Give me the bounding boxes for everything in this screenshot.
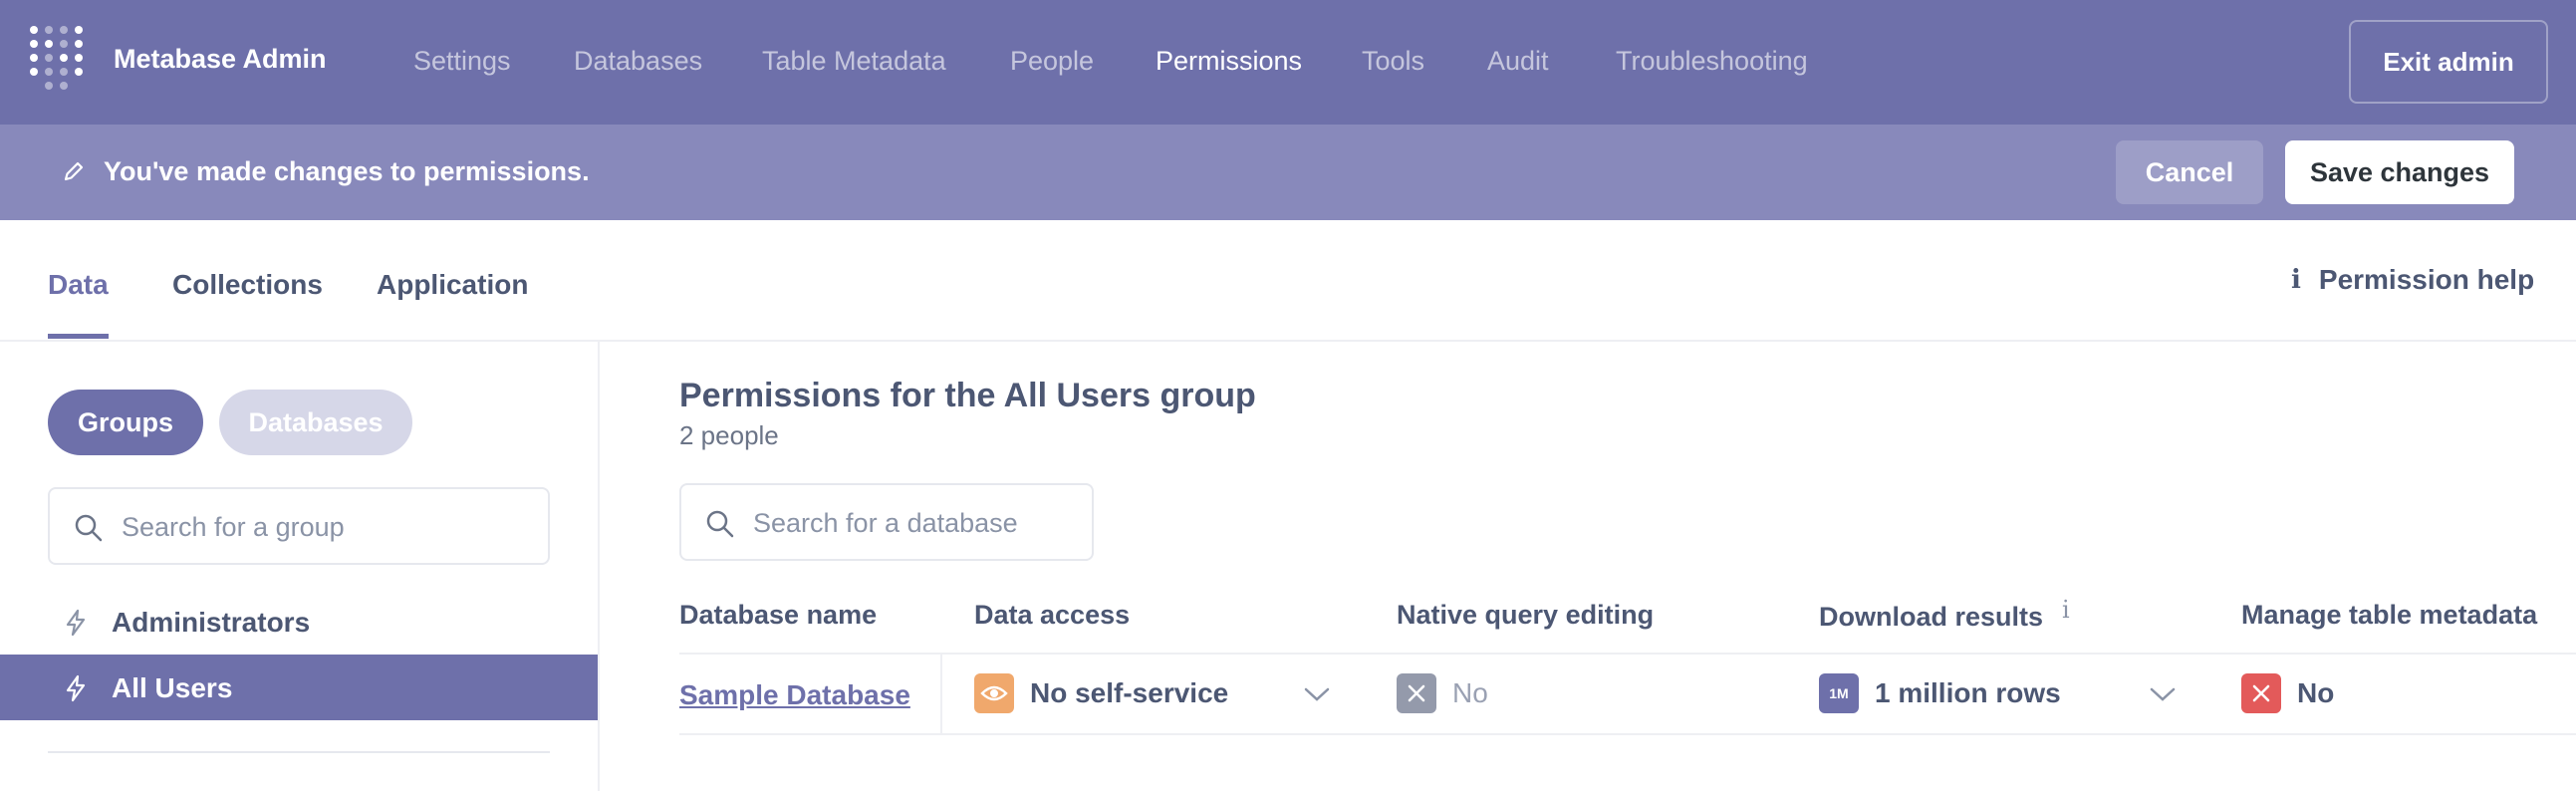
close-icon <box>1397 673 1436 713</box>
column-separator <box>940 655 942 734</box>
metabase-logo-icon[interactable] <box>30 26 84 90</box>
info-icon: i <box>2291 265 2301 295</box>
nav-link-troubleshooting[interactable]: Troubleshooting <box>1616 46 1808 77</box>
nav-link-people[interactable]: People <box>1010 46 1094 77</box>
group-item-all-users[interactable]: All Users <box>0 655 598 720</box>
eye-icon <box>974 673 1014 713</box>
column-header-native-query: Native query editing <box>1397 600 1655 630</box>
download-results-select[interactable]: 1M 1 million rows <box>1819 673 2061 713</box>
unsaved-changes-message: You've made changes to permissions. <box>104 156 590 186</box>
column-header-database-name: Database name <box>679 600 878 630</box>
data-access-value: No self-service <box>1030 677 1229 708</box>
native-query-select: No <box>1397 673 1488 713</box>
table-row-divider <box>679 733 2576 735</box>
nav-link-databases[interactable]: Databases <box>574 46 702 77</box>
table-header-divider <box>679 653 2576 655</box>
search-icon <box>706 510 734 538</box>
database-search-box <box>679 483 1094 561</box>
column-header-data-access: Data access <box>974 600 1131 630</box>
permission-help-label: Permission help <box>2318 264 2535 295</box>
group-item-label: Administrators <box>112 607 311 638</box>
lightning-bolt-icon <box>66 674 86 702</box>
tab-application[interactable]: Application <box>377 269 528 301</box>
cancel-button[interactable]: Cancel <box>2116 140 2263 204</box>
lightning-bolt-icon <box>66 609 86 637</box>
nav-link-tools[interactable]: Tools <box>1362 46 1424 77</box>
search-icon <box>75 514 103 542</box>
groups-toggle-button[interactable]: Groups <box>48 390 203 455</box>
nav-link-table-metadata[interactable]: Table Metadata <box>762 46 946 77</box>
sidebar-border <box>598 342 600 791</box>
nav-link-audit[interactable]: Audit <box>1487 46 1549 77</box>
tab-collections[interactable]: Collections <box>172 269 323 301</box>
data-access-select[interactable]: No self-service <box>974 673 1228 713</box>
group-member-count: 2 people <box>679 420 779 450</box>
database-search-input[interactable] <box>753 501 1082 545</box>
column-header-manage-metadata: Manage table metadata <box>2241 600 2538 630</box>
tab-data[interactable]: Data <box>48 269 109 301</box>
admin-navbar: Metabase Admin Settings Databases Table … <box>0 0 2576 125</box>
group-item-label: All Users <box>112 672 233 703</box>
databases-toggle-button[interactable]: Databases <box>219 390 412 455</box>
page-title: Permissions for the All Users group <box>679 377 1256 414</box>
database-link[interactable]: Sample Database <box>679 679 910 711</box>
manage-metadata-select[interactable]: No <box>2241 673 2334 713</box>
exit-admin-button[interactable]: Exit admin <box>2349 20 2548 104</box>
close-icon <box>2241 673 2281 713</box>
column-header-download-results: Download results <box>1819 602 2044 632</box>
nav-link-settings[interactable]: Settings <box>413 46 511 77</box>
tabs-divider <box>0 340 2576 342</box>
active-tab-indicator <box>48 334 109 339</box>
download-results-value: 1 million rows <box>1875 677 2061 708</box>
admin-brand-title: Metabase Admin <box>114 44 327 74</box>
permission-help-link[interactable]: i Permission help <box>2291 264 2534 296</box>
group-search-box <box>48 487 550 565</box>
one-million-icon: 1M <box>1819 673 1859 713</box>
native-query-value: No <box>1452 677 1488 708</box>
download-info-icon[interactable]: i <box>2062 596 2070 624</box>
chevron-down-icon[interactable] <box>1303 685 1331 703</box>
nav-link-permissions[interactable]: Permissions <box>1156 46 1302 77</box>
save-changes-button[interactable]: Save changes <box>2285 140 2514 204</box>
manage-metadata-value: No <box>2297 677 2335 708</box>
pencil-icon <box>64 161 84 181</box>
group-search-input[interactable] <box>122 505 530 549</box>
chevron-down-icon[interactable] <box>2149 685 2177 703</box>
sidebar-divider <box>48 751 550 753</box>
group-item-administrators[interactable]: Administrators <box>0 589 598 655</box>
